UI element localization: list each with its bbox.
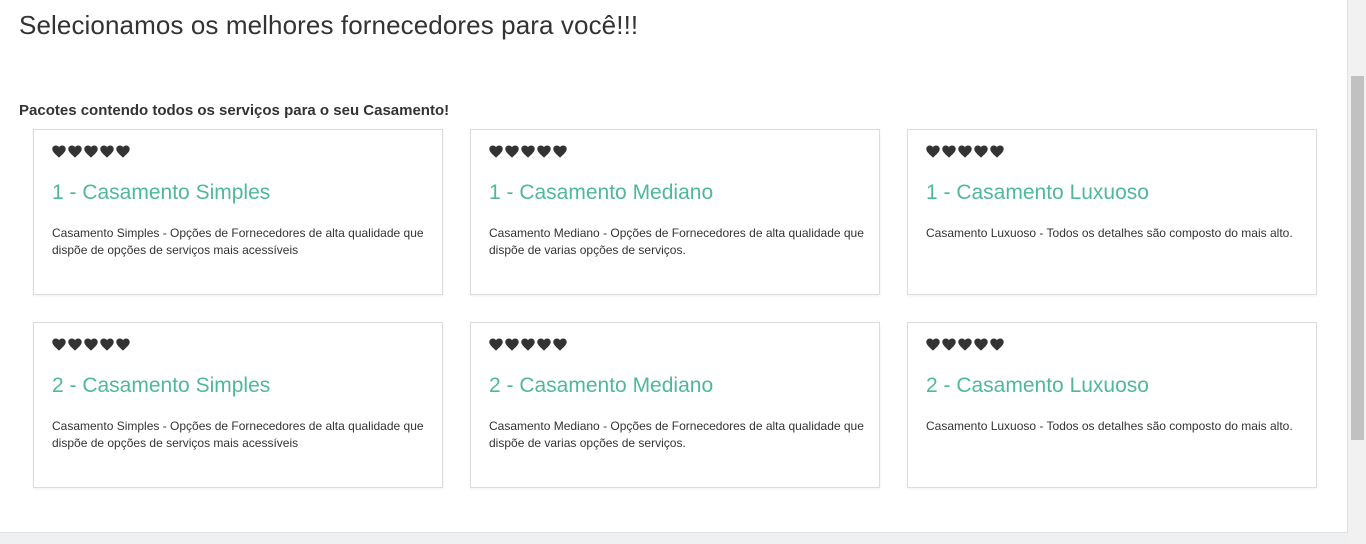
heart-icon (926, 145, 940, 158)
heart-icon (521, 145, 535, 158)
vertical-scrollbar[interactable] (1349, 0, 1366, 544)
heart-icon (974, 338, 988, 351)
heart-icon (100, 338, 114, 351)
heart-icon (52, 338, 66, 351)
rating-hearts (52, 338, 130, 351)
heart-icon (84, 338, 98, 351)
package-title[interactable]: 2 - Casamento Mediano (489, 374, 713, 398)
heart-icon (974, 145, 988, 158)
package-card[interactable]: 2 - Casamento Mediano Casamento Mediano … (470, 322, 880, 488)
heart-icon (489, 145, 503, 158)
package-card[interactable]: 1 - Casamento Mediano Casamento Mediano … (470, 129, 880, 295)
rating-hearts (52, 145, 130, 158)
scrollbar-thumb[interactable] (1351, 76, 1364, 440)
heart-icon (537, 338, 551, 351)
heart-icon (926, 338, 940, 351)
section-subtitle: Pacotes contendo todos os serviços para … (19, 102, 450, 119)
package-description: Casamento Luxuoso - Todos os detalhes sã… (926, 419, 1293, 433)
heart-icon (505, 145, 519, 158)
rating-hearts (489, 338, 567, 351)
heart-icon (489, 338, 503, 351)
heart-icon (100, 145, 114, 158)
rating-hearts (926, 338, 1004, 351)
package-title[interactable]: 1 - Casamento Simples (52, 181, 270, 205)
heart-icon (942, 338, 956, 351)
heart-icon (52, 145, 66, 158)
rating-hearts (489, 145, 567, 158)
package-description: Casamento Mediano - Opções de Fornecedor… (489, 226, 864, 257)
heart-icon (537, 145, 551, 158)
package-title[interactable]: 1 - Casamento Mediano (489, 181, 713, 205)
heart-icon (68, 145, 82, 158)
package-description: Casamento Mediano - Opções de Fornecedor… (489, 419, 864, 450)
package-title[interactable]: 1 - Casamento Luxuoso (926, 181, 1149, 205)
package-card[interactable]: 2 - Casamento Simples Casamento Simples … (33, 322, 443, 488)
rating-hearts (926, 145, 1004, 158)
heart-icon (958, 145, 972, 158)
heart-icon (990, 338, 1004, 351)
heart-icon (84, 145, 98, 158)
heart-icon (505, 338, 519, 351)
heart-icon (116, 338, 130, 351)
heart-icon (958, 338, 972, 351)
heart-icon (521, 338, 535, 351)
package-description: Casamento Simples - Opções de Fornecedor… (52, 419, 424, 450)
package-title[interactable]: 2 - Casamento Luxuoso (926, 374, 1149, 398)
package-description: Casamento Luxuoso - Todos os detalhes sã… (926, 226, 1293, 240)
heart-icon (553, 145, 567, 158)
package-card[interactable]: 1 - Casamento Simples Casamento Simples … (33, 129, 443, 295)
page-content: Selecionamos os melhores fornecedores pa… (0, 0, 1348, 533)
heart-icon (116, 145, 130, 158)
heart-icon (68, 338, 82, 351)
package-title[interactable]: 2 - Casamento Simples (52, 374, 270, 398)
page-title: Selecionamos os melhores fornecedores pa… (19, 10, 639, 40)
package-card[interactable]: 2 - Casamento Luxuoso Casamento Luxuoso … (907, 322, 1317, 488)
package-card[interactable]: 1 - Casamento Luxuoso Casamento Luxuoso … (907, 129, 1317, 295)
heart-icon (990, 145, 1004, 158)
heart-icon (942, 145, 956, 158)
heart-icon (553, 338, 567, 351)
package-description: Casamento Simples - Opções de Fornecedor… (52, 226, 424, 257)
